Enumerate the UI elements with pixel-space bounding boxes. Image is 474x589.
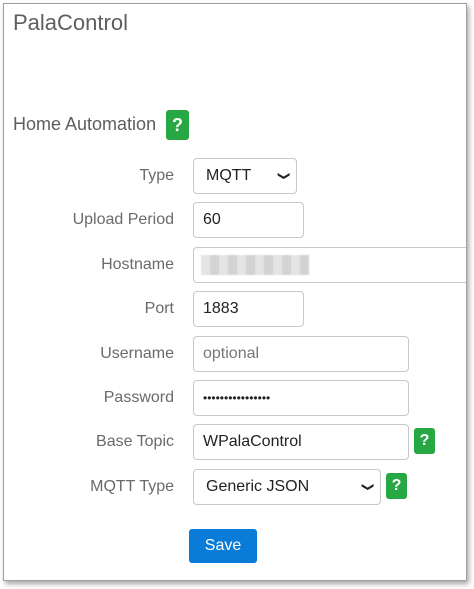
save-button[interactable]: Save <box>189 529 257 563</box>
base-topic-label: Base Topic <box>96 433 174 450</box>
mqtt-type-select-value: Generic JSON <box>206 478 310 495</box>
hostname-label: Hostname <box>101 256 174 273</box>
question-mark-icon: ? <box>172 115 183 135</box>
question-mark-icon: ? <box>419 432 430 449</box>
upload-period-label: Upload Period <box>72 211 174 228</box>
upload-period-input[interactable]: 60 <box>193 202 304 238</box>
app-title: PalaControl <box>13 10 128 35</box>
password-input[interactable]: •••••••••••••••• <box>193 380 409 416</box>
mqtt-type-label: MQTT Type <box>90 478 174 495</box>
chevron-down-icon: ❯ <box>360 482 374 492</box>
base-topic-input[interactable]: WPalaControl <box>193 424 409 460</box>
port-input[interactable]: 1883 <box>193 291 304 327</box>
section-title: Home Automation <box>13 114 157 134</box>
home-automation-help-button[interactable]: ? <box>166 110 189 140</box>
chevron-down-icon: ❯ <box>276 171 290 181</box>
username-label: Username <box>100 345 174 362</box>
type-label: Type <box>139 167 174 184</box>
mqtt-type-select[interactable]: Generic JSON ❯ <box>193 469 381 505</box>
username-input[interactable]: optional <box>193 336 409 372</box>
mqtt-type-help-button[interactable]: ? <box>386 473 407 499</box>
base-topic-help-button[interactable]: ? <box>414 428 435 454</box>
password-label: Password <box>103 389 174 406</box>
type-select-value: MQTT <box>206 167 252 184</box>
port-label: Port <box>144 300 174 317</box>
redacted-hostname <box>201 255 309 275</box>
settings-panel: PalaControl Home Automation ? Type MQTT … <box>3 3 467 581</box>
type-select[interactable]: MQTT ❯ <box>193 158 297 194</box>
question-mark-icon: ? <box>391 477 402 494</box>
